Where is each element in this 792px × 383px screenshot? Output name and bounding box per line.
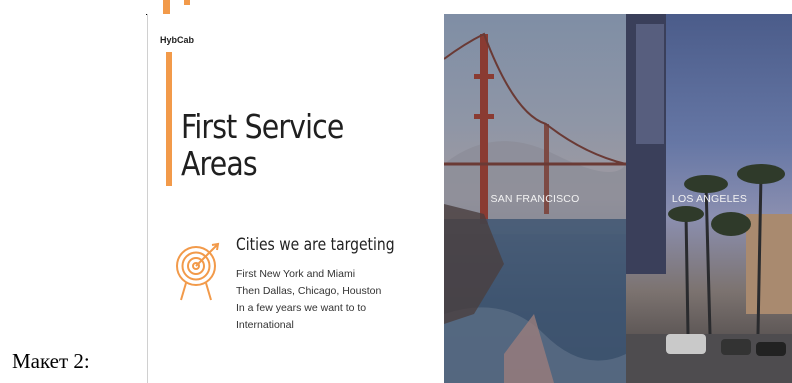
slide-title-line-1: First Service	[181, 107, 344, 146]
city-label-los-angeles: LOS ANGELES	[671, 193, 748, 205]
target-arrow-icon	[176, 242, 220, 301]
description: First New York and Miami Then Dallas, Ch…	[236, 266, 381, 334]
slide-title: First Service Areas	[181, 108, 387, 182]
layout-caption: Макет 2:	[12, 349, 90, 373]
san-francisco-photo: SAN FRANCISCO	[444, 14, 626, 383]
description-line: First New York and Miami	[236, 268, 356, 280]
description-line: Then Dallas, Chicago, Houston	[236, 285, 382, 297]
sub-heading: Cities we are targeting	[236, 235, 395, 255]
city-label-san-francisco: SAN FRANCISCO	[490, 193, 580, 205]
brand-name: HybCab	[160, 35, 195, 45]
los-angeles-photo: LOS ANGELES	[626, 14, 792, 383]
previous-slide-accent-small	[184, 0, 190, 5]
top-divider-line	[146, 0, 786, 15]
slide-text-panel: HybCab First Service Areas Cities we are…	[148, 14, 444, 383]
accent-bar	[166, 52, 172, 186]
slide: HybCab First Service Areas Cities we are…	[147, 14, 792, 383]
slide-title-line-2: Areas	[181, 144, 258, 183]
description-line: In a few years we want to to	[236, 302, 367, 314]
description-line: International	[236, 319, 294, 331]
